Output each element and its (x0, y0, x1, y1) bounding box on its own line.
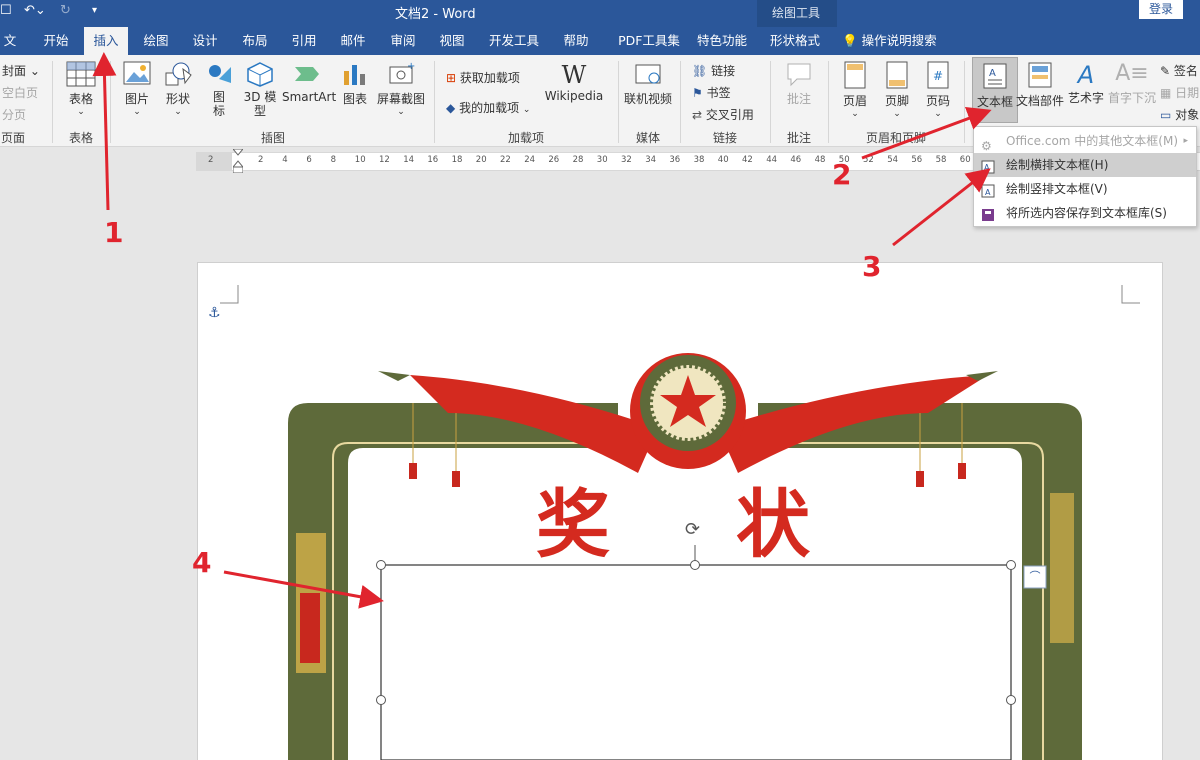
annotation-number: 2 (832, 158, 852, 191)
annotation-number: 4 (192, 546, 212, 579)
annotation-number: 1 (104, 216, 124, 249)
annotation-number: 3 (862, 250, 882, 283)
annotation-arrows (92, 52, 992, 609)
